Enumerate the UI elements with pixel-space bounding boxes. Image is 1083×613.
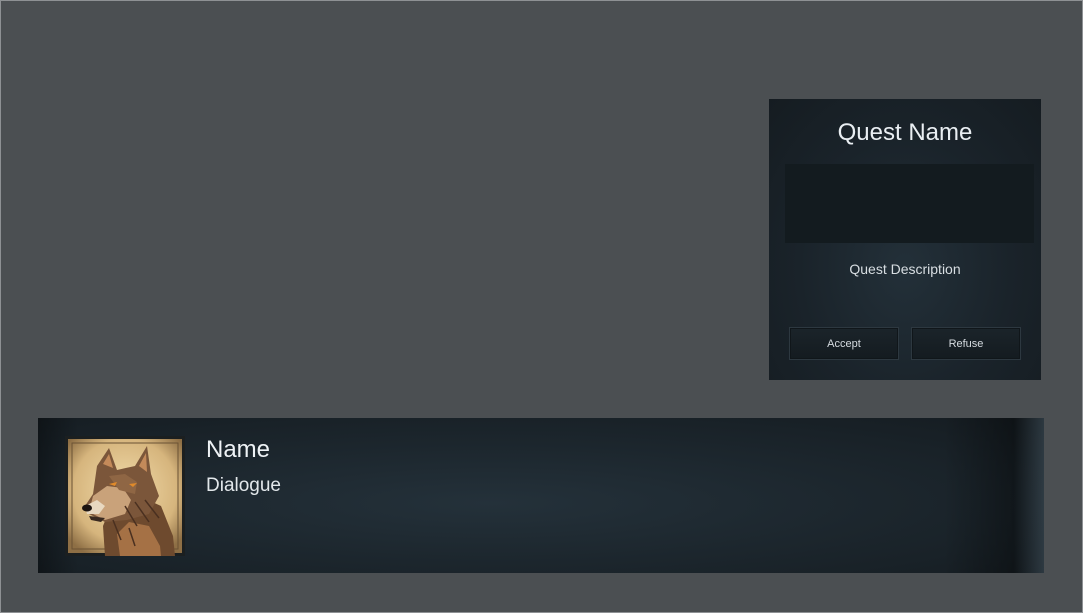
quest-panel: Quest Name Quest Description Accept Refu… (769, 99, 1041, 380)
quest-description: Quest Description (849, 261, 961, 277)
accept-button[interactable]: Accept (789, 327, 899, 360)
speaker-name: Name (206, 436, 271, 463)
quest-image-area (785, 164, 1034, 243)
dialogue-text: Dialogue (206, 475, 281, 496)
dialogue-box: Name Dialogue (38, 418, 1044, 573)
wolf-portrait-icon (65, 436, 185, 556)
quest-title: Quest Name (837, 119, 973, 146)
refuse-button[interactable]: Refuse (911, 327, 1021, 360)
